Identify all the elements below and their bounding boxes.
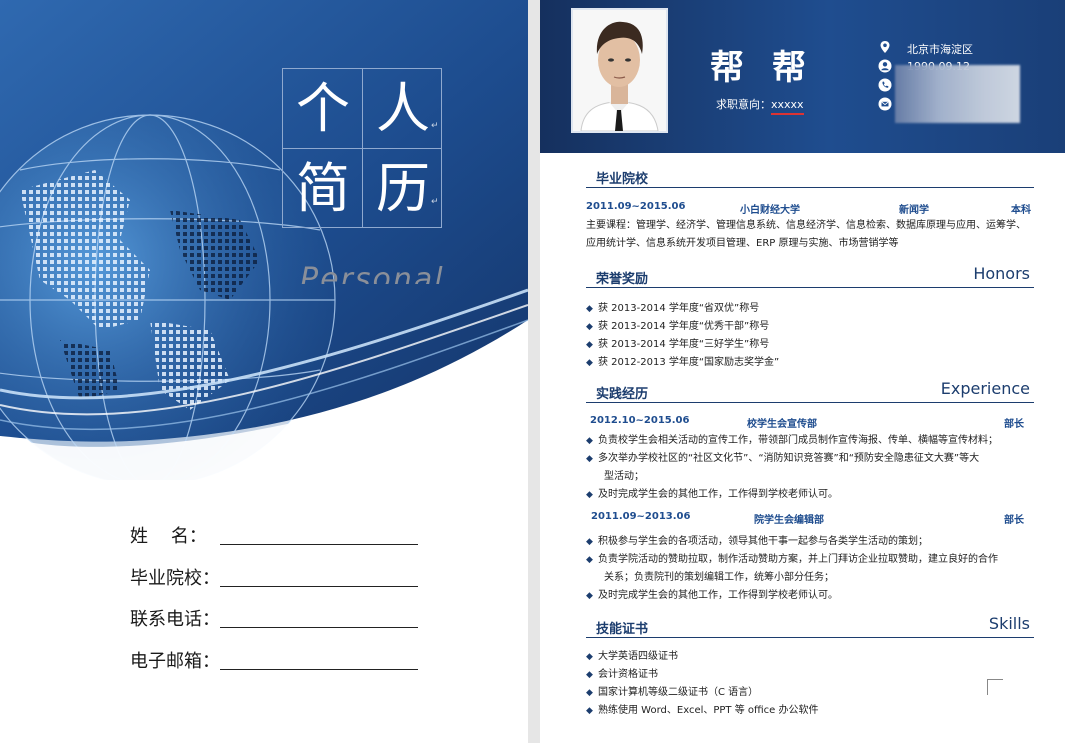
list-item: 熟练使用 Word、Excel、PPT 等 office 办公软件 xyxy=(586,702,1046,720)
list-item: 获 2013-2014 学年度“优秀干部”称号 xyxy=(586,318,1046,336)
title-char: 历 xyxy=(376,157,430,220)
item-text: 负责校学生会相关活动的宣传工作，带领部门成员制作宣传海报、传单、横幅等宣传材料； xyxy=(598,435,998,446)
section-experience-title-en: Experience xyxy=(940,379,1030,398)
list-item: 国家计算机等级二级证书（C 语言） xyxy=(586,684,1046,702)
phone-field-label: 联系电话： xyxy=(130,609,220,630)
item-text-cont: 型活动； xyxy=(604,471,644,482)
title-char: 人 xyxy=(376,77,430,140)
experience-org: 院学生会编辑部 xyxy=(754,515,824,526)
experience-role: 部长 xyxy=(1004,419,1024,430)
name-field-label: 姓 名： xyxy=(130,526,207,547)
list-item: 积极参与学生会的各项活动，领导其他干事一起参与各类学生活动的策划； xyxy=(586,533,1046,551)
section-experience-title: 实践经历 xyxy=(596,387,649,402)
redacted-contact-info xyxy=(895,65,1020,123)
list-item: 多次举办学校社区的“社区文化节”、“消防知识竞答赛”和“预防安全隐患征文大赛”等… xyxy=(586,450,1046,486)
experience-org: 校学生会宣传部 xyxy=(747,419,817,430)
section-honors-title: 荣誉奖励 xyxy=(596,272,649,287)
education-meta: 2011.09~2015.06 小白财经大学 新闻学 本科 xyxy=(586,201,1034,217)
profile-photo xyxy=(571,8,668,133)
candidate-name: 帮帮 xyxy=(710,48,834,88)
item-text: 多次举办学校社区的“社区文化节”、“消防知识竞答赛”和“预防安全隐患征文大赛”等… xyxy=(598,453,980,464)
job-objective-value: xxxxx xyxy=(771,98,804,115)
address-text: 北京市海淀区 xyxy=(907,43,973,56)
skills-list: 大学英语四级证书 会计资格证书 国家计算机等级二级证书（C 语言） 熟练使用 W… xyxy=(586,648,1046,720)
section-honors: 荣誉奖励 Honors xyxy=(586,262,1034,288)
section-skills-title-en: Skills xyxy=(988,614,1030,633)
courses-line: 应用统计学、信息系统开发项目管理、ERP 原理与实施、市场营销学等 xyxy=(586,238,899,249)
school-field-label: 毕业院校： xyxy=(130,568,220,589)
item-text: 积极参与学生会的各项活动，领导其他干事一起参与各类学生活动的策划； xyxy=(598,536,928,547)
title-char: 个 xyxy=(296,77,350,140)
resume-header: 帮帮 求职意向：xxxxx 北京市海淀区 1990.09.12 xyxy=(540,0,1065,153)
list-item: 大学英语四级证书 xyxy=(586,648,1046,666)
honors-list: 获 2013-2014 学年度“省双优”称号 获 2013-2014 学年度“优… xyxy=(586,300,1046,366)
education-period: 2011.09~2015.06 xyxy=(586,201,686,212)
education-degree: 本科 xyxy=(1011,205,1031,216)
list-item: 及时完成学生会的其他工作，工作得到学校老师认可。 xyxy=(586,587,1046,605)
phone-icon xyxy=(878,78,892,92)
location-pin-icon xyxy=(880,41,890,53)
item-text: 及时完成学生会的其他工作，工作得到学校老师认可。 xyxy=(598,489,838,500)
experience-period: 2011.09~2013.06 xyxy=(591,511,691,522)
education-school: 小白财经大学 xyxy=(740,205,800,216)
cover-page: 个 人 简 历 ↵ ↵ Personal 姓 名： 毕业院校： 联系电话： 电子… xyxy=(0,0,528,743)
experience-meta: 2011.09~2013.06 院学生会编辑部 部长 xyxy=(591,511,1039,527)
personal-subtitle: Personal xyxy=(300,262,445,284)
item-text: 负责学院活动的赞助拉取，制作活动赞助方案，并上门拜访企业拉取赞助，建立良好的合作 xyxy=(598,554,998,565)
section-skills: 技能证书 Skills xyxy=(586,612,1034,638)
email-icon xyxy=(878,97,892,111)
section-honors-title-en: Honors xyxy=(973,264,1030,283)
page-margin-corner-mark xyxy=(987,679,1003,695)
item-text-cont: 关系；负责院刊的策划编辑工作，统筹小部分任务； xyxy=(604,572,834,583)
list-item: 获 2013-2014 学年度“省双优”称号 xyxy=(586,300,1046,318)
experience-list: 负责校学生会相关活动的宣传工作，带领部门成员制作宣传海报、传单、横幅等宣传材料；… xyxy=(586,432,1046,504)
resume-title-grid: 个 人 简 历 ↵ ↵ xyxy=(282,68,442,228)
experience-list: 积极参与学生会的各项活动，领导其他干事一起参与各类学生活动的策划； 负责学院活动… xyxy=(586,533,1046,605)
experience-period: 2012.10~2015.06 xyxy=(590,415,690,426)
globe-banner-art xyxy=(0,0,528,480)
resume-page: 帮帮 求职意向：xxxxx 北京市海淀区 1990.09.12 xyxy=(540,0,1065,743)
phone-field-line xyxy=(220,627,418,628)
school-field-line xyxy=(220,586,418,587)
section-education: 毕业院校 xyxy=(586,162,1034,188)
name-field-line xyxy=(220,544,418,545)
paragraph-mark-icon: ↵ xyxy=(431,197,439,207)
education-courses: 主要课程：管理学、经济学、管理信息系统、信息经济学、信息检索、数据库原理与应用、… xyxy=(586,217,1026,253)
email-field-line xyxy=(220,669,418,670)
section-experience: 实践经历 Experience xyxy=(586,377,1034,403)
experience-meta: 2012.10~2015.06 校学生会宣传部 部长 xyxy=(590,415,1038,431)
list-item: 及时完成学生会的其他工作，工作得到学校老师认可。 xyxy=(586,486,1046,504)
section-education-title: 毕业院校 xyxy=(596,172,649,187)
title-char: 简 xyxy=(296,157,350,220)
paragraph-mark-icon: ↵ xyxy=(431,121,439,131)
item-text: 及时完成学生会的其他工作，工作得到学校老师认可。 xyxy=(598,590,838,601)
experience-role: 部长 xyxy=(1004,515,1024,526)
list-item: 获 2012-2013 学年度“国家励志奖学金” xyxy=(586,354,1046,366)
person-portrait-icon xyxy=(573,10,666,131)
list-item: 负责校学生会相关活动的宣传工作，带领部门成员制作宣传海报、传单、横幅等宣传材料； xyxy=(586,432,1046,450)
user-icon xyxy=(878,59,892,73)
education-major: 新闻学 xyxy=(899,205,929,216)
job-objective-label: 求职意向： xyxy=(716,98,771,111)
list-item: 负责学院活动的赞助拉取，制作活动赞助方案，并上门拜访企业拉取赞助，建立良好的合作… xyxy=(586,551,1046,587)
courses-line: 主要课程：管理学、经济学、管理信息系统、信息经济学、信息检索、数据库原理与应用、… xyxy=(586,220,1026,231)
job-objective: 求职意向：xxxxx xyxy=(716,96,804,115)
email-field-label: 电子邮箱： xyxy=(130,651,220,672)
section-skills-title: 技能证书 xyxy=(596,622,649,637)
honors-list-clip: 获 2013-2014 学年度“省双优”称号 获 2013-2014 学年度“优… xyxy=(540,300,1065,366)
list-item: 会计资格证书 xyxy=(586,666,1046,684)
list-item: 获 2013-2014 学年度“三好学生”称号 xyxy=(586,336,1046,354)
